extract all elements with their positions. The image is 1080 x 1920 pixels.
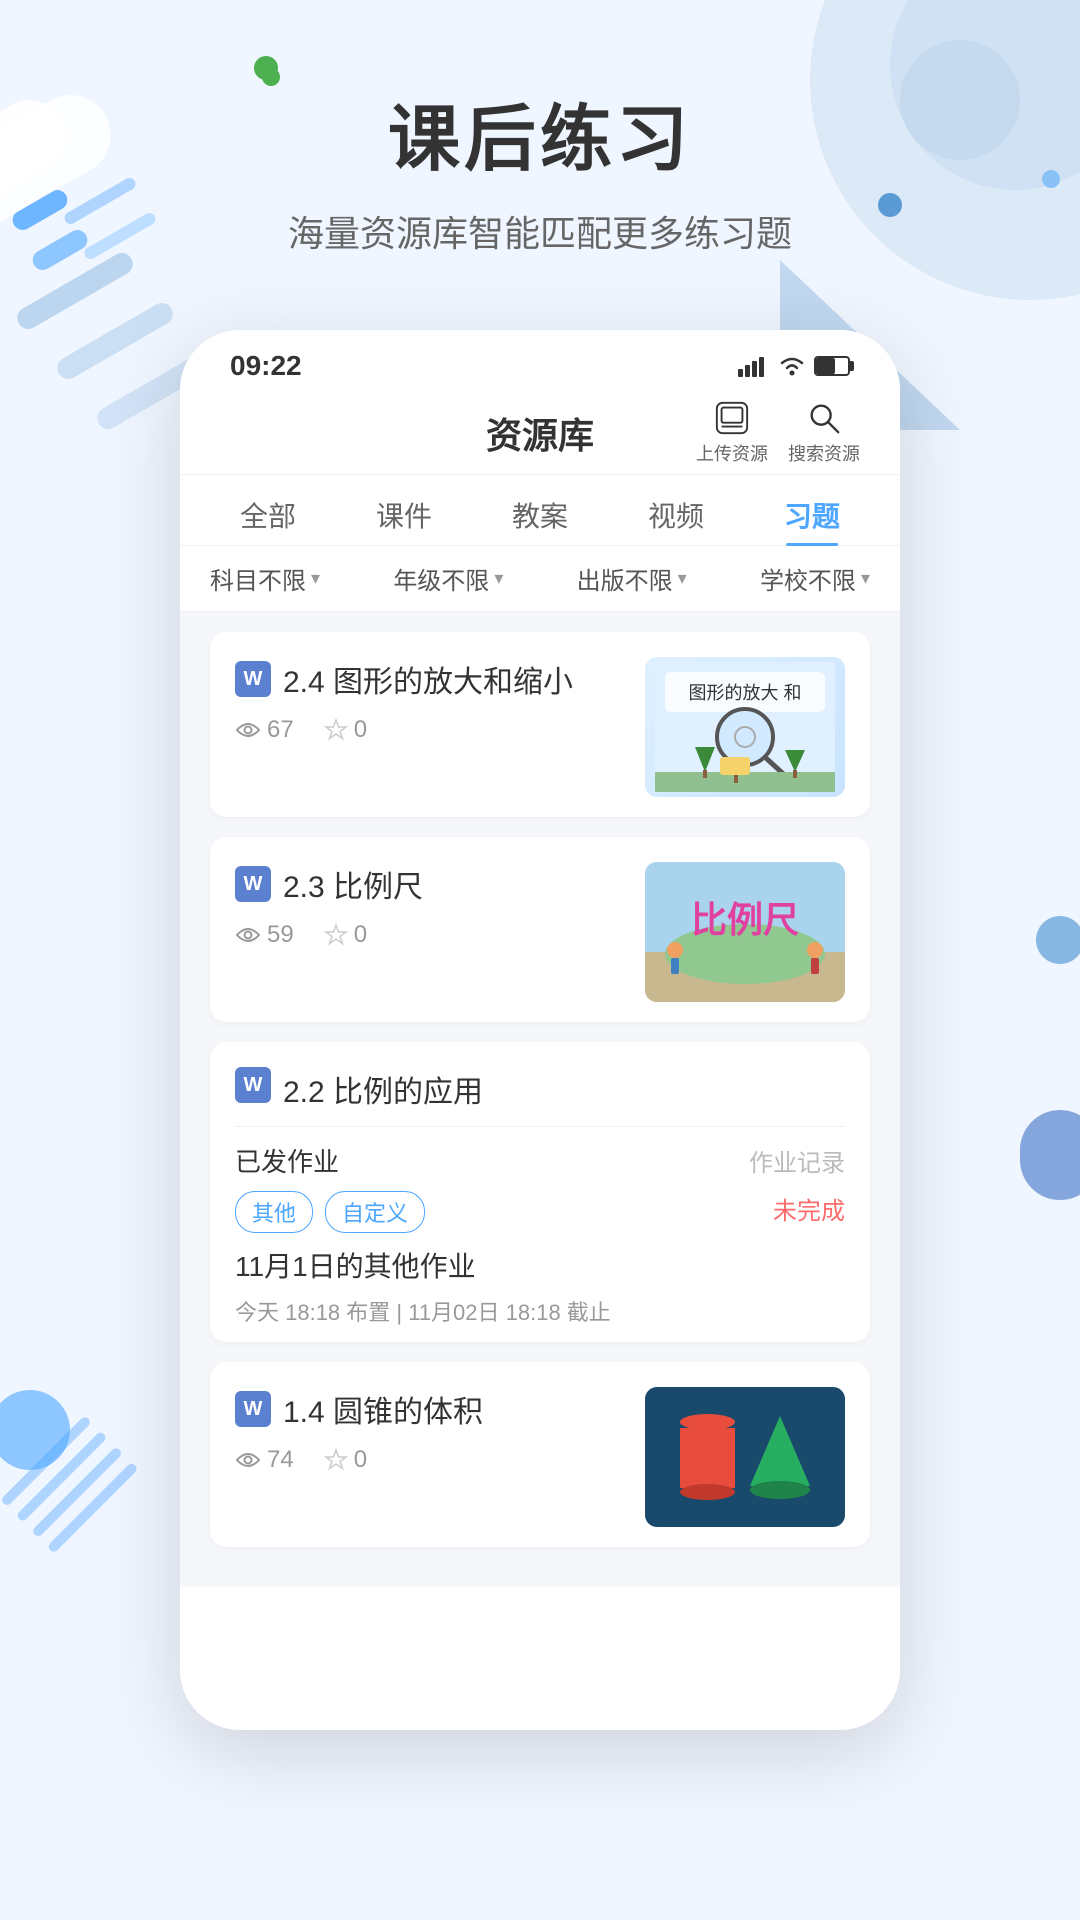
resource-card-4[interactable]: W 1.4 圆锥的体积 74: [210, 1362, 870, 1547]
hw-status: 未完成: [773, 1191, 845, 1226]
eye-icon-2: [235, 925, 261, 945]
hw-section-title: 已发作业: [235, 1142, 339, 1179]
card-2-thumb: 比例尺: [645, 862, 845, 1002]
filter-edition-label: 出版不限: [577, 561, 673, 596]
card-2-stars: 0: [324, 921, 367, 949]
resource-card-1[interactable]: W 2.4 图形的放大和缩小 67: [210, 632, 870, 817]
star-icon-4: [324, 1448, 348, 1472]
card-1-title: 2.4 图形的放大和缩小: [283, 657, 573, 701]
filter-school-label: 学校不限: [760, 561, 856, 596]
hw-tag-2: 自定义: [325, 1191, 425, 1233]
hw-tags: 其他 自定义: [235, 1191, 425, 1233]
phone-mockup: 09:22: [180, 330, 900, 1730]
app-title: 资源库: [486, 407, 594, 459]
status-icons: [738, 355, 850, 377]
card-4-stars: 0: [324, 1446, 367, 1474]
upload-label: 上传资源: [696, 440, 768, 466]
card-1-views: 67: [235, 716, 294, 744]
page-subtitle: 海量资源库智能匹配更多练习题: [0, 205, 1080, 257]
filter-subject-label: 科目不限: [210, 561, 306, 596]
status-time: 09:22: [230, 350, 302, 382]
svg-text:比例尺: 比例尺: [691, 899, 799, 940]
filter-subject-arrow: ▾: [311, 568, 320, 589]
resource-card-2[interactable]: W 2.3 比例尺 59: [210, 837, 870, 1022]
card-2-view-count: 59: [267, 921, 294, 949]
card-4-title: 1.4 圆锥的体积: [283, 1387, 483, 1431]
search-label: 搜索资源: [788, 440, 860, 466]
signal-icon: [738, 355, 770, 377]
card-2-views: 59: [235, 921, 294, 949]
filter-school-arrow: ▾: [861, 568, 870, 589]
card-4-views: 74: [235, 1446, 294, 1474]
card-1-left: W 2.4 图形的放大和缩小 67: [235, 657, 625, 744]
card-2-star-count: 0: [354, 921, 367, 949]
filter-edition[interactable]: 出版不限 ▾: [577, 561, 687, 596]
card-1-star-count: 0: [354, 716, 367, 744]
tab-exercises[interactable]: 习题: [769, 485, 855, 545]
card-3-title: 2.2 比例的应用: [283, 1067, 483, 1111]
page-title: 课后练习: [0, 80, 1080, 185]
card-1-thumb: 图形的放大 和: [645, 657, 845, 797]
search-button[interactable]: 搜索资源: [788, 400, 860, 466]
card-2-word-icon: W: [235, 866, 271, 902]
card-4-star-count: 0: [354, 1446, 367, 1474]
tab-video[interactable]: 视频: [633, 485, 719, 545]
filter-subject[interactable]: 科目不限 ▾: [210, 561, 320, 596]
filter-grade-label: 年级不限: [393, 561, 489, 596]
header-actions: 上传资源 搜索资源: [696, 400, 860, 466]
filter-grade[interactable]: 年级不限 ▾: [393, 561, 503, 596]
hw-name: 11月1日的其他作业: [235, 1245, 845, 1285]
eye-icon: [235, 720, 261, 740]
card-4-left: W 1.4 圆锥的体积 74: [235, 1387, 625, 1474]
card-2-title-row: W 2.3 比例尺: [235, 862, 625, 906]
card-4-view-count: 74: [267, 1446, 294, 1474]
card-4-stats: 74 0: [235, 1446, 625, 1474]
hw-tag-1: 其他: [235, 1191, 313, 1233]
hw-time: 今天 18:18 布置 | 11月02日 18:18 截止: [235, 1295, 845, 1327]
card-4-thumb: [645, 1387, 845, 1527]
card-1-stars: 0: [324, 716, 367, 744]
card-1-view-count: 67: [267, 716, 294, 744]
card-1-stats: 67 0: [235, 716, 625, 744]
filter-school[interactable]: 学校不限 ▾: [760, 561, 870, 596]
wifi-icon: [778, 355, 806, 377]
card-1-title-row: W 2.4 图形的放大和缩小: [235, 657, 625, 701]
card-2-title: 2.3 比例尺: [283, 862, 423, 906]
tab-courseware[interactable]: 课件: [361, 485, 447, 545]
hw-record-link[interactable]: 作业记录: [749, 1143, 845, 1178]
filter-grade-arrow: ▾: [494, 568, 503, 589]
tab-lesson-plan[interactable]: 教案: [497, 485, 583, 545]
card-3-word-icon: W: [235, 1067, 271, 1103]
card-4-word-icon: W: [235, 1391, 271, 1427]
tabs-row: 全部 课件 教案 视频 习题: [180, 475, 900, 546]
battery-icon: [814, 356, 850, 376]
homework-section-header: 已发作业 作业记录: [235, 1142, 845, 1179]
tab-all[interactable]: 全部: [225, 485, 311, 545]
card-2-left: W 2.3 比例尺 59: [235, 862, 625, 949]
card-3-header: W 2.2 比例的应用: [210, 1042, 870, 1126]
filter-edition-arrow: ▾: [678, 568, 687, 589]
homework-section: 已发作业 作业记录 其他 自定义 未完成 11月1日的其他作业 今天 18:18…: [210, 1127, 870, 1342]
card-2-stats: 59 0: [235, 921, 625, 949]
status-bar: 09:22: [180, 330, 900, 392]
card-1-word-icon: W: [235, 661, 271, 697]
upload-button[interactable]: 上传资源: [696, 400, 768, 466]
eye-icon-4: [235, 1450, 261, 1470]
star-icon: [324, 718, 348, 742]
filter-row: 科目不限 ▾ 年级不限 ▾ 出版不限 ▾ 学校不限 ▾: [180, 546, 900, 612]
card-4-title-row: W 1.4 圆锥的体积: [235, 1387, 625, 1431]
svg-text:图形的放大 和: 图形的放大 和: [688, 683, 801, 703]
star-icon-2: [324, 923, 348, 947]
app-header: 资源库 上传资源 搜索资源: [180, 392, 900, 475]
resource-card-3[interactable]: W 2.2 比例的应用 已发作业 作业记录 其他 自定义 未完成: [210, 1042, 870, 1342]
content-area: W 2.4 图形的放大和缩小 67: [180, 612, 900, 1587]
